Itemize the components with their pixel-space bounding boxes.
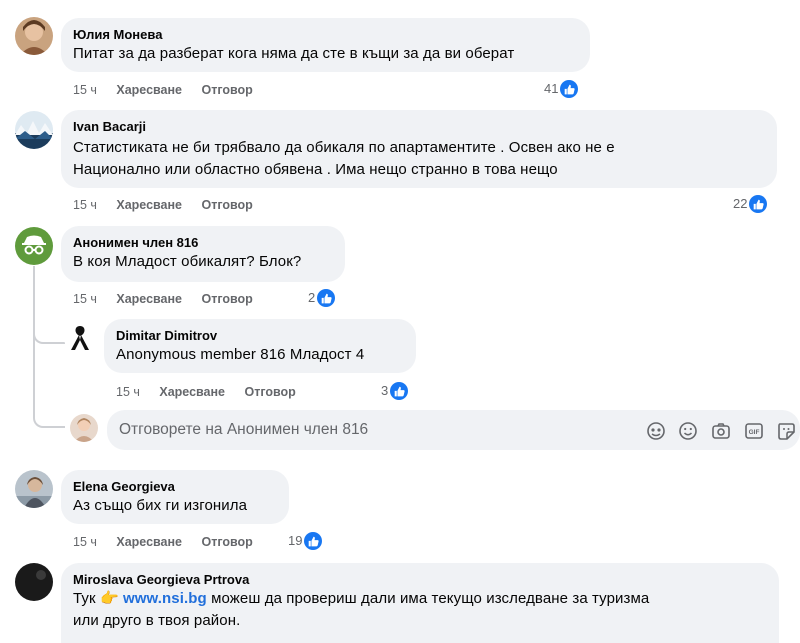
comment-time[interactable]: 15 ч	[73, 535, 97, 549]
comment-meta: 15 ч Харесване Отговор	[73, 291, 253, 307]
comment-text: В коя Младост обикалят? Блок?	[73, 253, 302, 270]
reaction-count[interactable]: 2	[308, 289, 336, 307]
comment-author[interactable]: Анонимен член 816	[73, 234, 333, 251]
emoji-icon[interactable]	[677, 420, 699, 442]
comment-time[interactable]: 15 ч	[73, 83, 97, 97]
comment-text-line: Тук 👉 www.nsi.bg можеш да провериш дали …	[73, 588, 767, 610]
comment-text: Аз също бих ги изгонила	[73, 497, 248, 514]
reaction-count[interactable]: 41	[544, 80, 579, 98]
comment-meta: 15 ч Харесване Отговор	[73, 197, 253, 213]
comment-meta: 15 ч Харесване Отговор	[73, 82, 253, 98]
comment-text-end: можеш да провериш дали има текущо изслед…	[206, 590, 650, 607]
comment-bubble: Юлия Монева Питат за да разберат кога ня…	[61, 18, 590, 72]
camera-icon[interactable]	[710, 420, 732, 442]
like-thumb-icon	[304, 532, 323, 550]
comment-text-line: или друго в твоя район.	[73, 612, 241, 629]
comment-author[interactable]: Dimitar Dimitrov	[116, 327, 404, 344]
like-thumb-icon	[560, 80, 579, 98]
like-thumb-icon	[749, 195, 768, 213]
avatar[interactable]	[15, 563, 53, 601]
comment-time[interactable]: 15 ч	[73, 292, 97, 306]
comment-author[interactable]: Юлия Монева	[73, 26, 578, 43]
current-user-avatar[interactable]	[70, 414, 98, 442]
thread-line-curve	[33, 340, 65, 428]
comment-text-line: Статистиката не би трябвало да обикаля п…	[73, 139, 615, 156]
mourning-ribbon-avatar[interactable]	[64, 322, 96, 354]
like-button[interactable]: Харесване	[116, 292, 182, 306]
reply-placeholder: Отговорете на Анонимен член 816	[119, 421, 369, 438]
sticker-icon[interactable]	[775, 420, 797, 442]
comment-author[interactable]: Miroslava Georgieva Prtrova	[73, 571, 767, 588]
reply-button[interactable]: Отговор	[202, 292, 253, 306]
avatar[interactable]	[15, 470, 53, 508]
svg-text:GIF: GIF	[749, 429, 760, 436]
gif-icon[interactable]: GIF	[743, 420, 765, 442]
reply-button[interactable]: Отговор	[202, 83, 253, 97]
reply-button[interactable]: Отговор	[202, 535, 253, 549]
reaction-count[interactable]: 22	[733, 195, 768, 213]
pointing-hand-emoji: 👉	[99, 590, 119, 607]
comment-author[interactable]: Ivan Bacarji	[73, 118, 765, 135]
reply-button[interactable]: Отговор	[202, 198, 253, 212]
like-button[interactable]: Харесване	[159, 385, 225, 399]
like-thumb-icon	[317, 289, 336, 307]
avatar[interactable]	[15, 111, 53, 149]
like-thumb-icon	[390, 382, 409, 400]
comment-time[interactable]: 15 ч	[116, 385, 140, 399]
comment-author[interactable]: Elena Georgieva	[73, 478, 277, 495]
comment-bubble: Miroslava Georgieva Prtrova Тук 👉 www.ns…	[61, 563, 779, 643]
like-button[interactable]: Харесване	[116, 83, 182, 97]
anonymous-avatar[interactable]	[15, 227, 53, 265]
comment-bubble: Elena Georgieva Аз също бих ги изгонила	[61, 470, 289, 524]
avatar-sticker-icon[interactable]	[645, 420, 667, 442]
reply-button[interactable]: Отговор	[245, 385, 296, 399]
avatar[interactable]	[15, 17, 53, 55]
comment-text: Anonymous member 816 Младост 4	[116, 346, 365, 363]
comment-bubble: Анонимен член 816 В коя Младост обикалят…	[61, 226, 345, 282]
reaction-count[interactable]: 19	[288, 532, 323, 550]
comment-meta: 15 ч Харесване Отговор	[73, 534, 253, 550]
comment-time[interactable]: 15 ч	[73, 198, 97, 212]
like-button[interactable]: Харесване	[116, 198, 182, 212]
comment-text-line: Национално или областно обявена . Има не…	[73, 161, 558, 178]
comment-bubble: Ivan Bacarji Статистиката не би трябвало…	[61, 110, 777, 188]
comment-text-start: Тук	[73, 590, 100, 607]
reaction-count[interactable]: 3	[381, 382, 409, 400]
like-button[interactable]: Харесване	[116, 535, 182, 549]
reply-bubble: Dimitar Dimitrov Anonymous member 816 Мл…	[104, 319, 416, 373]
comment-text: Питат за да разберат кога няма да сте в …	[73, 45, 515, 62]
comment-meta: 15 ч Харесване Отговор	[116, 384, 296, 400]
nsi-link[interactable]: www.nsi.bg	[123, 590, 207, 607]
